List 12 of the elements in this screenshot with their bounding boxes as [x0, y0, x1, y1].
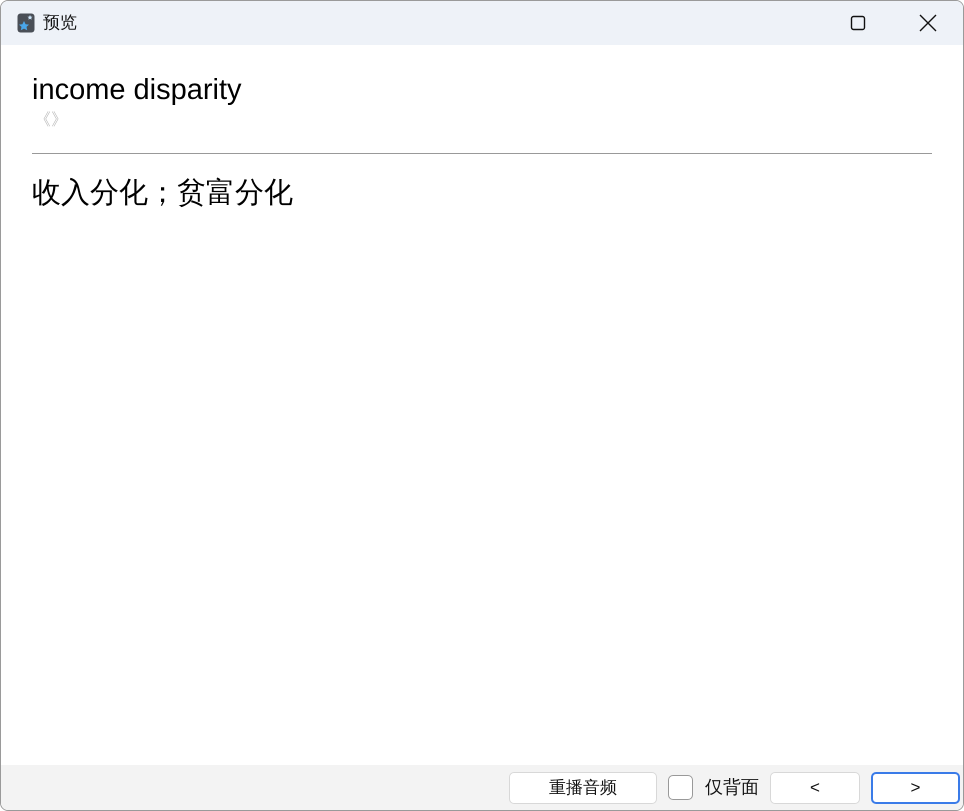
app-icon — [17, 13, 35, 33]
pronunciation-text: 《》 — [34, 108, 69, 131]
previous-button[interactable]: < — [770, 772, 860, 804]
maximize-icon — [850, 15, 866, 31]
replay-audio-button[interactable]: 重播音频 — [509, 772, 657, 804]
definition-text: 收入分化；贫富分化 — [32, 176, 294, 212]
checkbox-label: 仅背面 — [705, 776, 759, 799]
term-heading: income disparity — [32, 75, 243, 107]
window-title: 预览 — [43, 12, 77, 34]
back-only-checkbox[interactable] — [668, 775, 693, 800]
next-button[interactable]: > — [871, 772, 960, 804]
close-icon — [919, 14, 937, 32]
